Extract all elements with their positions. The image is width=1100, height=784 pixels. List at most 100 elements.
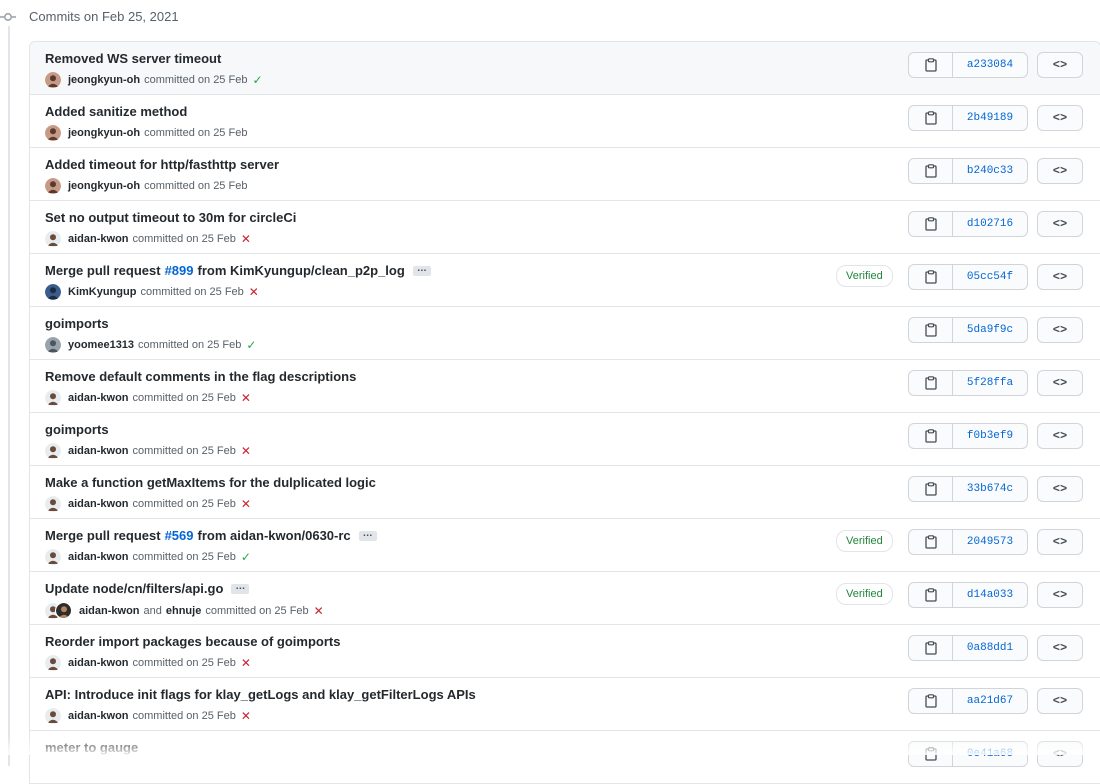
- author-link[interactable]: aidan-kwon: [68, 445, 129, 457]
- copy-sha-button[interactable]: [908, 105, 953, 131]
- copy-sha-button[interactable]: [908, 476, 953, 502]
- expand-description-button[interactable]: …: [358, 528, 377, 541]
- copy-sha-button[interactable]: [908, 264, 953, 290]
- verified-badge[interactable]: Verified: [836, 583, 893, 605]
- browse-repository-button[interactable]: <>: [1037, 741, 1083, 767]
- avatar[interactable]: [45, 284, 61, 300]
- commit-message[interactable]: Remove default comments in the flag desc…: [45, 369, 356, 384]
- x-icon[interactable]: ✕: [241, 444, 251, 458]
- avatar[interactable]: [45, 443, 61, 459]
- avatar[interactable]: [45, 125, 61, 141]
- commit-title[interactable]: goimports: [45, 422, 109, 437]
- check-icon[interactable]: ✓: [246, 338, 256, 352]
- commit-message[interactable]: Update node/cn/filters/api.go: [45, 581, 223, 596]
- commit-sha-link[interactable]: 5f28ffa: [953, 370, 1028, 396]
- commit-message[interactable]: Added sanitize method: [45, 104, 187, 119]
- x-icon[interactable]: ✕: [241, 497, 251, 511]
- browse-repository-button[interactable]: <>: [1037, 476, 1083, 502]
- author-link[interactable]: jeongkyun-oh: [68, 74, 140, 86]
- commit-sha-link[interactable]: d14a033: [953, 582, 1028, 608]
- browse-repository-button[interactable]: <>: [1037, 635, 1083, 661]
- commit-title[interactable]: Merge pull request #899 from KimKyungup/cl…: [45, 263, 431, 278]
- author-link[interactable]: ehnuje: [166, 605, 201, 617]
- browse-repository-button[interactable]: <>: [1037, 529, 1083, 555]
- author-link[interactable]: aidan-kwon: [68, 657, 129, 669]
- commit-sha-link[interactable]: a233084: [953, 52, 1028, 78]
- x-icon[interactable]: ✕: [241, 391, 251, 405]
- commit-message[interactable]: API: Introduce init flags for klay_getLo…: [45, 687, 476, 702]
- copy-sha-button[interactable]: [908, 741, 953, 767]
- commit-title[interactable]: Reorder import packages because of goimp…: [45, 634, 340, 649]
- avatar[interactable]: [45, 655, 61, 671]
- commit-sha-link[interactable]: 33b674c: [953, 476, 1028, 502]
- browse-repository-button[interactable]: <>: [1037, 52, 1083, 78]
- commit-message[interactable]: Merge pull request: [45, 528, 161, 543]
- copy-sha-button[interactable]: [908, 158, 953, 184]
- copy-sha-button[interactable]: [908, 635, 953, 661]
- x-icon[interactable]: ✕: [314, 604, 324, 618]
- verified-badge[interactable]: Verified: [836, 530, 893, 552]
- commit-title[interactable]: Removed WS server timeout: [45, 51, 221, 66]
- copy-sha-button[interactable]: [908, 52, 953, 78]
- commit-sha-link[interactable]: 0a88dd1: [953, 635, 1028, 661]
- commit-sha-link[interactable]: 2049573: [953, 529, 1028, 555]
- author-link[interactable]: aidan-kwon: [79, 605, 140, 617]
- avatar[interactable]: [45, 337, 61, 353]
- commit-message[interactable]: Set no output timeout to 30m for circleC…: [45, 210, 296, 225]
- copy-sha-button[interactable]: [908, 582, 953, 608]
- browse-repository-button[interactable]: <>: [1037, 688, 1083, 714]
- browse-repository-button[interactable]: <>: [1037, 105, 1083, 131]
- commit-sha-link[interactable]: d102716: [953, 211, 1028, 237]
- browse-repository-button[interactable]: <>: [1037, 423, 1083, 449]
- commit-message[interactable]: Merge pull request: [45, 263, 161, 278]
- commit-sha-link[interactable]: f0b3ef9: [953, 423, 1028, 449]
- commit-title[interactable]: Added sanitize method: [45, 104, 187, 119]
- x-icon[interactable]: ✕: [249, 285, 259, 299]
- avatar[interactable]: [45, 231, 61, 247]
- avatar[interactable]: [45, 72, 61, 88]
- commit-message-continued[interactable]: from aidan-kwon/0630-rc: [198, 528, 351, 543]
- x-icon[interactable]: ✕: [241, 232, 251, 246]
- author-link[interactable]: aidan-kwon: [68, 710, 129, 722]
- commit-title[interactable]: goimports: [45, 316, 109, 331]
- expand-description-button[interactable]: …: [412, 263, 431, 276]
- commit-sha-link[interactable]: 0e41a68: [953, 741, 1028, 767]
- commit-title[interactable]: Set no output timeout to 30m for circleC…: [45, 210, 296, 225]
- commit-title[interactable]: Update node/cn/filters/api.go…: [45, 581, 250, 596]
- copy-sha-button[interactable]: [908, 211, 953, 237]
- copy-sha-button[interactable]: [908, 423, 953, 449]
- commit-title[interactable]: Remove default comments in the flag desc…: [45, 369, 356, 384]
- author-link[interactable]: KimKyungup: [68, 286, 136, 298]
- copy-sha-button[interactable]: [908, 317, 953, 343]
- commit-message[interactable]: Reorder import packages because of goimp…: [45, 634, 340, 649]
- commit-title[interactable]: Merge pull request #569 from aidan-kwon/06…: [45, 528, 377, 543]
- commit-message-continued[interactable]: from KimKyungup/clean_p2p_log: [198, 263, 405, 278]
- author-link[interactable]: jeongkyun-oh: [68, 180, 140, 192]
- author-link[interactable]: jeongkyun-oh: [68, 127, 140, 139]
- commit-message[interactable]: goimports: [45, 316, 109, 331]
- copy-sha-button[interactable]: [908, 688, 953, 714]
- commit-sha-link[interactable]: 2b49189: [953, 105, 1028, 131]
- author-link[interactable]: aidan-kwon: [68, 551, 129, 563]
- check-icon[interactable]: ✓: [241, 550, 251, 564]
- browse-repository-button[interactable]: <>: [1037, 317, 1083, 343]
- x-icon[interactable]: ✕: [241, 709, 251, 723]
- author-link[interactable]: aidan-kwon: [68, 392, 129, 404]
- author-link[interactable]: aidan-kwon: [68, 233, 129, 245]
- avatar[interactable]: [45, 549, 61, 565]
- commit-title[interactable]: meter to gauge: [45, 740, 138, 755]
- author-link[interactable]: yoomee1313: [68, 339, 134, 351]
- browse-repository-button[interactable]: <>: [1037, 370, 1083, 396]
- avatar[interactable]: [45, 390, 61, 406]
- check-icon[interactable]: ✓: [252, 73, 262, 87]
- commit-title[interactable]: Added timeout for http/fasthttp server: [45, 157, 279, 172]
- commit-message[interactable]: meter to gauge: [45, 740, 138, 755]
- commit-sha-link[interactable]: aa21d67: [953, 688, 1028, 714]
- commit-sha-link[interactable]: 5da9f9c: [953, 317, 1028, 343]
- commit-title[interactable]: Make a function getMaxItems for the dulp…: [45, 475, 376, 490]
- browse-repository-button[interactable]: <>: [1037, 211, 1083, 237]
- browse-repository-button[interactable]: <>: [1037, 264, 1083, 290]
- commit-title[interactable]: API: Introduce init flags for klay_getLo…: [45, 687, 476, 702]
- commit-sha-link[interactable]: 05cc54f: [953, 264, 1028, 290]
- browse-repository-button[interactable]: <>: [1037, 582, 1083, 608]
